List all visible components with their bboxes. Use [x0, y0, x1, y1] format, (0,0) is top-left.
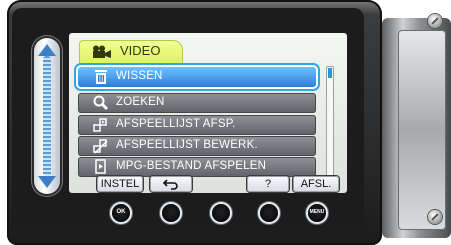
menu-item-label: MPG-BESTAND AFSPELEN	[116, 160, 267, 172]
playlist-play-icon	[93, 118, 107, 132]
menu-item-label: ZOEKEN	[116, 96, 165, 108]
screw-icon	[428, 210, 442, 224]
menu-item-wissen[interactable]: WISSEN	[78, 67, 316, 87]
camcorder-lcd-panel: VIDEO WISSEN ZOEKEN AFSPEELLIJST AFSP. A…	[0, 0, 451, 245]
scroll-thumb[interactable]	[328, 68, 332, 78]
help-button[interactable]: ?	[247, 176, 289, 192]
return-arrow-icon	[162, 179, 178, 190]
down-arrow-icon[interactable]	[38, 176, 56, 188]
back-button[interactable]	[150, 176, 192, 192]
menu-item-label: WISSEN	[116, 70, 163, 82]
hardware-button-3[interactable]	[212, 204, 230, 222]
menu-label: MENU	[309, 209, 325, 215]
magnifier-icon	[93, 95, 109, 111]
menu-item-label: AFSPEELLIJST BEWERK.	[116, 139, 258, 151]
menu-item-mpg-bestand-afspelen[interactable]: MPG-BESTAND AFSPELEN	[78, 157, 316, 177]
menu-scrollbar[interactable]	[326, 66, 334, 180]
screw-icon	[428, 14, 442, 28]
hardware-button-4[interactable]	[260, 204, 278, 222]
menu-item-afspeellijst-bewerk[interactable]: AFSPEELLIJST BEWERK.	[78, 136, 316, 156]
menu-item-afspeellijst-afsp[interactable]: AFSPEELLIJST AFSP.	[78, 115, 316, 135]
slider-track	[43, 56, 51, 176]
hinge-plate	[398, 30, 446, 230]
exit-button[interactable]: AFSL.	[293, 176, 339, 192]
mpg-file-icon	[95, 159, 106, 174]
tab-label: VIDEO	[120, 43, 161, 58]
trash-icon	[95, 70, 107, 84]
ok-label: OK	[116, 209, 126, 215]
up-arrow-icon[interactable]	[38, 44, 56, 56]
playlist-edit-icon	[93, 139, 108, 154]
hardware-button-2[interactable]	[162, 204, 180, 222]
menu-item-zoeken[interactable]: ZOEKEN	[78, 93, 316, 113]
video-camera-icon	[93, 45, 111, 58]
instel-button[interactable]: INSTEL	[97, 176, 143, 192]
menu-item-label: AFSPEELLIJST AFSP.	[116, 118, 236, 130]
